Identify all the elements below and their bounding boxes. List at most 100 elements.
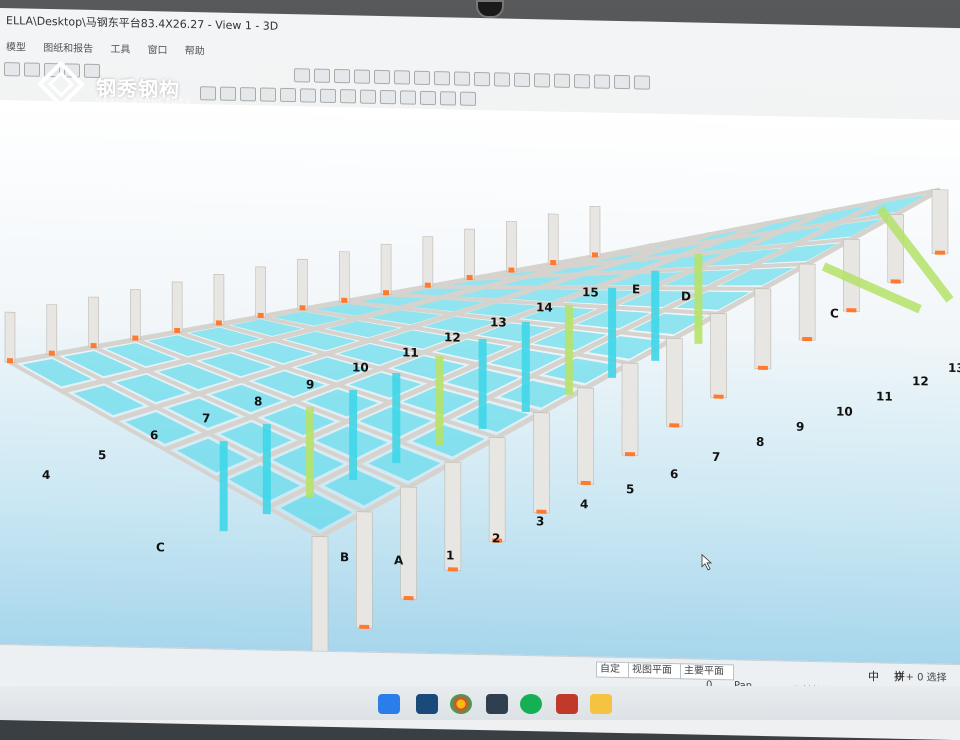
toolbar-button[interactable] bbox=[380, 89, 396, 105]
window-title: ELLA\Desktop\马钢东平台83.4X26.27 - View 1 - … bbox=[6, 14, 279, 33]
logo-icon bbox=[38, 60, 84, 108]
menu-item-model[interactable]: 模型 bbox=[6, 42, 26, 53]
grid-label-number: 4 bbox=[580, 497, 588, 511]
grid-label-number: 12 bbox=[444, 330, 461, 344]
toolbar-button[interactable] bbox=[394, 70, 410, 85]
column-base bbox=[713, 394, 724, 399]
column-stub bbox=[297, 258, 308, 310]
column bbox=[311, 536, 329, 658]
column-cap bbox=[424, 282, 431, 288]
toolbar-button[interactable] bbox=[534, 73, 550, 88]
toolbar-button[interactable] bbox=[280, 87, 296, 103]
column-cap bbox=[7, 358, 13, 364]
toolbar-button[interactable] bbox=[414, 70, 430, 86]
toolbar-button[interactable] bbox=[574, 74, 590, 89]
mouse-cursor-icon bbox=[701, 553, 713, 571]
grid-label-number: 7 bbox=[712, 450, 720, 464]
snap-mode-select[interactable]: 自定 bbox=[596, 661, 630, 679]
grid-label-letter: A bbox=[394, 553, 404, 567]
toolbar-button[interactable] bbox=[614, 74, 630, 90]
toolbar-button[interactable] bbox=[4, 62, 20, 77]
column-stub bbox=[130, 289, 141, 340]
column-cap bbox=[592, 252, 598, 258]
column-base bbox=[935, 250, 945, 255]
toolbar-button[interactable] bbox=[260, 87, 276, 102]
3d-model-viewport[interactable]: C B A E D C 4 5 6 7 8 9 10 11 12 13 14 15 1 2 3 4 5 6 7 8 9 10 11 12 1… bbox=[0, 100, 960, 665]
toolbar-button[interactable] bbox=[634, 75, 650, 90]
tekla-icon[interactable] bbox=[486, 694, 508, 714]
windows-taskbar: 中 拼 bbox=[0, 670, 960, 720]
toolbar-button[interactable] bbox=[294, 68, 310, 83]
menu-item-tools[interactable]: 工具 bbox=[110, 44, 130, 55]
menu-item-window[interactable]: 窗口 bbox=[148, 45, 168, 56]
toolbar-button[interactable] bbox=[314, 68, 330, 83]
inner-column bbox=[564, 304, 573, 395]
column bbox=[710, 313, 727, 399]
app-icon[interactable] bbox=[556, 694, 578, 714]
column-base bbox=[669, 423, 680, 428]
screen: ELLA\Desktop\马钢东平台83.4X26.27 - View 1 - … bbox=[0, 8, 960, 740]
column-stub bbox=[88, 296, 99, 348]
column bbox=[355, 511, 373, 629]
toolbar-button[interactable] bbox=[420, 90, 436, 106]
ime-pinyin[interactable]: 拼 bbox=[894, 668, 905, 684]
grid-label-number: 4 bbox=[42, 468, 50, 482]
grid-label-number: 2 bbox=[492, 531, 500, 545]
toolbar-button[interactable] bbox=[494, 72, 510, 87]
column-base bbox=[757, 365, 768, 370]
ime-chinese[interactable]: 中 bbox=[868, 668, 879, 684]
toolbar-button[interactable] bbox=[340, 89, 356, 104]
toolbar-button[interactable] bbox=[434, 71, 450, 86]
grid-label-number: 8 bbox=[254, 394, 262, 408]
toolbar-button[interactable] bbox=[594, 74, 610, 89]
grid-label-number: 6 bbox=[150, 428, 158, 442]
toolbar-button[interactable] bbox=[334, 68, 350, 84]
file-explorer-icon[interactable] bbox=[590, 694, 612, 714]
inner-column bbox=[349, 389, 358, 481]
toolbar-button[interactable] bbox=[400, 90, 416, 105]
wechat-icon[interactable] bbox=[520, 694, 542, 714]
work-plane-select[interactable]: 主要平面 bbox=[680, 663, 734, 681]
column-stub bbox=[4, 311, 16, 363]
inner-column bbox=[262, 424, 271, 515]
column-stub bbox=[589, 206, 601, 257]
column-cap bbox=[341, 297, 348, 303]
toolbar-button[interactable] bbox=[360, 89, 376, 104]
column-cap bbox=[383, 290, 390, 296]
column-cap bbox=[550, 259, 557, 266]
task-view-icon[interactable] bbox=[416, 694, 438, 714]
chrome-icon[interactable] bbox=[450, 694, 472, 714]
windows-start-icon[interactable] bbox=[378, 694, 400, 714]
toolbar-button[interactable] bbox=[474, 71, 490, 87]
menu-item-help[interactable]: 帮助 bbox=[185, 46, 205, 57]
toolbar-button[interactable] bbox=[240, 87, 256, 102]
steel-structure-model: CB AE DC4567891011121314151234567891011121… bbox=[4, 187, 960, 658]
column-stub bbox=[255, 266, 267, 318]
column-cap bbox=[257, 312, 264, 318]
column bbox=[754, 288, 772, 370]
column-base bbox=[536, 509, 547, 514]
column bbox=[577, 387, 595, 485]
toolbar-button[interactable] bbox=[460, 91, 476, 106]
toolbar-button[interactable] bbox=[220, 86, 236, 101]
grid-label-number: 5 bbox=[98, 448, 106, 462]
column-stub bbox=[506, 221, 517, 272]
inner-column bbox=[521, 321, 530, 413]
grid-label-number: 11 bbox=[402, 345, 419, 359]
menu-item-drawings-reports[interactable]: 图纸和报告 bbox=[43, 43, 93, 55]
toolbar-button[interactable] bbox=[454, 71, 470, 86]
column-base bbox=[403, 596, 414, 601]
toolbar-button[interactable] bbox=[300, 88, 316, 103]
toolbar-button[interactable] bbox=[354, 69, 370, 84]
diagonal-brace bbox=[821, 262, 922, 314]
grid-label-letter: B bbox=[340, 550, 349, 564]
grid-label-number: 3 bbox=[536, 514, 544, 528]
toolbar-button[interactable] bbox=[374, 69, 390, 85]
toolbar-button[interactable] bbox=[320, 88, 336, 104]
column-cap bbox=[48, 350, 55, 356]
toolbar-button[interactable] bbox=[440, 91, 456, 106]
view-plane-select[interactable]: 视图平面 bbox=[628, 662, 682, 680]
toolbar-button[interactable] bbox=[514, 72, 530, 88]
inner-column bbox=[478, 338, 487, 430]
toolbar-button[interactable] bbox=[554, 73, 570, 88]
